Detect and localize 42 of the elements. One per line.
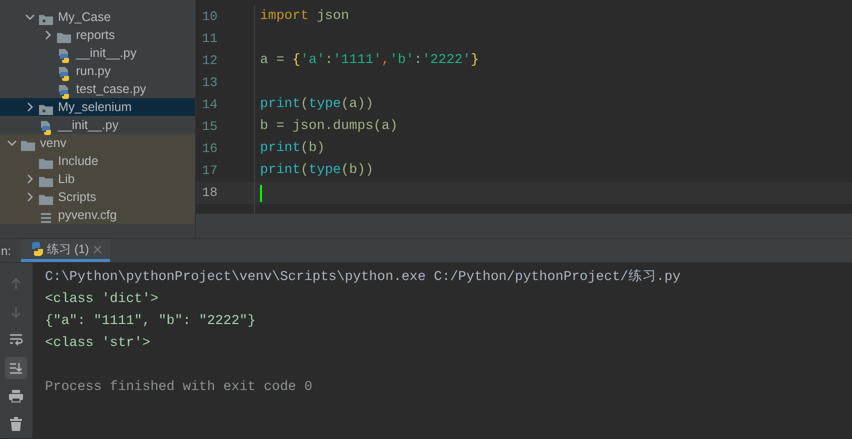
scroll-to-end-icon[interactable] — [5, 357, 27, 379]
code-line: print(b) — [260, 140, 325, 158]
line-number: 12 — [201, 52, 219, 70]
console-line: <class 'str'> — [45, 335, 152, 353]
python-file-icon — [56, 46, 72, 60]
console-line: {"a": "1111", "b": "2222"} — [45, 313, 257, 331]
tree-item[interactable]: venv — [0, 134, 195, 152]
code-line: b = json.dumps(a) — [260, 118, 398, 136]
panel-label: n: — [1, 242, 12, 260]
line-number: 11 — [201, 30, 219, 48]
tree-item[interactable]: Lib — [0, 170, 195, 188]
tree-item[interactable]: __init__.py — [0, 116, 195, 134]
line-number: 15 — [201, 118, 219, 136]
text-cursor — [260, 184, 262, 202]
tree-item[interactable]: reports — [0, 26, 195, 44]
tree-item[interactable]: run.py — [0, 62, 195, 80]
close-icon[interactable] — [93, 244, 102, 254]
line-number: 13 — [201, 74, 219, 92]
tree-item[interactable]: My_selenium — [0, 98, 195, 116]
code-line: import json — [260, 8, 350, 26]
tree-item[interactable]: test_case.py — [0, 80, 195, 98]
tree-item[interactable]: Scripts — [0, 188, 195, 206]
line-number: 17 — [201, 162, 219, 180]
line-number: 18 — [196, 182, 254, 204]
tree-item[interactable]: Include — [0, 152, 195, 170]
python-file-icon — [56, 64, 72, 78]
console-line: <class 'dict'> — [45, 291, 160, 309]
line-number: 16 — [201, 140, 219, 158]
code-line: print(type(a)) — [260, 96, 374, 114]
tree-item[interactable]: My_Case — [0, 8, 195, 26]
console-line: Process finished with exit code 0 — [45, 379, 314, 397]
tree-item[interactable]: __init__.py — [0, 44, 195, 62]
python-icon — [29, 242, 44, 256]
line-number: 10 — [201, 8, 219, 26]
console-line: C:\Python\pythonProject\venv\Scripts\python.exe C:/Python/pythonProject/练习.py — [45, 268, 682, 287]
python-file-icon — [56, 82, 72, 96]
run-tab[interactable]: 练习 (1) — [21, 239, 110, 262]
line-number: 14 — [201, 96, 219, 114]
code-line: print(type(b)) — [260, 162, 374, 180]
tree-item[interactable]: pyvenv.cfg — [0, 206, 195, 224]
code-line: a = {'a':'1111','b':'2222'} — [260, 52, 479, 70]
python-file-icon — [38, 118, 54, 132]
